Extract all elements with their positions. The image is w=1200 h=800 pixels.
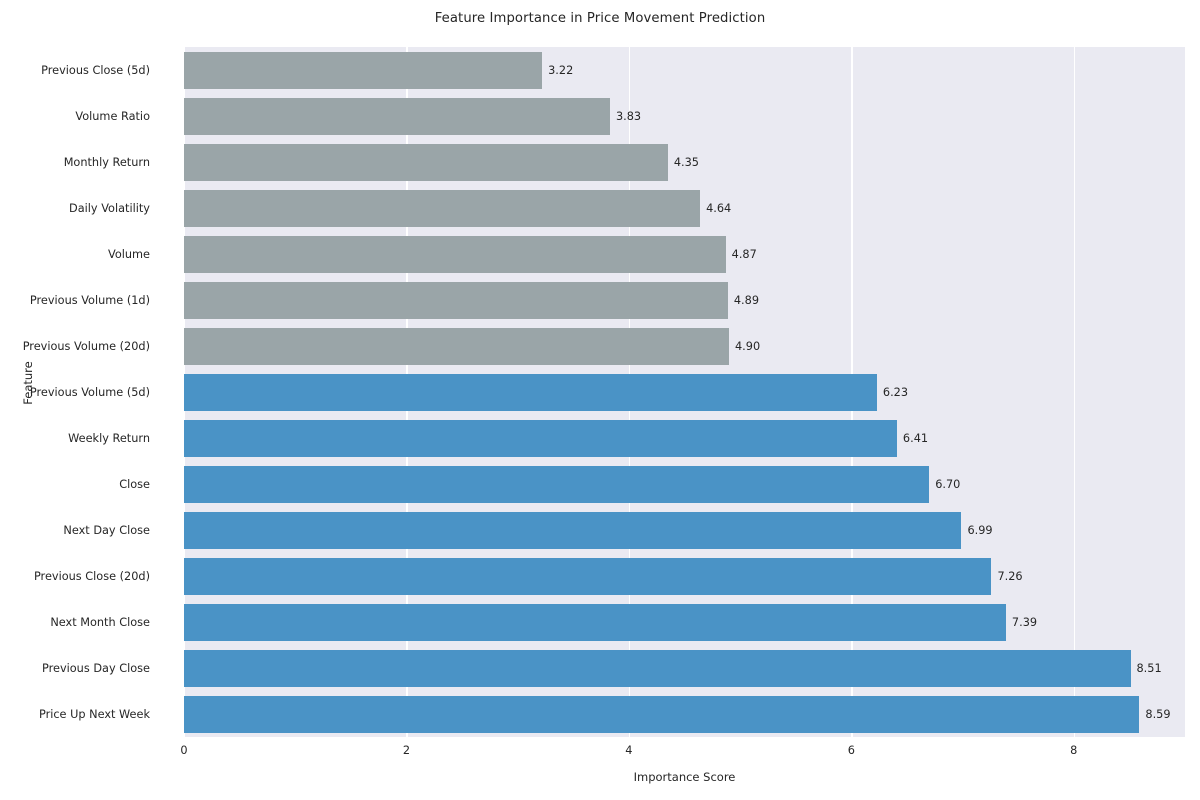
bar-value-label: 6.23 bbox=[882, 385, 909, 399]
y-tick-label: Daily Volatility bbox=[69, 201, 150, 215]
chart-title: Feature Importance in Price Movement Pre… bbox=[434, 11, 766, 26]
y-tick-label: Price Up Next Week bbox=[38, 707, 150, 721]
y-tick-label: Monthly Return bbox=[63, 155, 150, 169]
bar-value-label: 8.51 bbox=[1136, 661, 1162, 675]
bar-value-label: 6.70 bbox=[935, 477, 961, 491]
bar-value-label: 4.35 bbox=[673, 155, 699, 169]
y-tick-label: Volume Ratio bbox=[75, 109, 150, 123]
bar[interactable] bbox=[184, 281, 728, 319]
y-tick-label: Next Day Close bbox=[63, 523, 150, 537]
bar[interactable] bbox=[184, 373, 877, 411]
bar-value-label: 7.26 bbox=[997, 569, 1023, 583]
bar-value-label: 4.64 bbox=[706, 201, 732, 215]
y-tick-label: Volume bbox=[107, 247, 150, 261]
y-tick-label: Next Month Close bbox=[50, 615, 150, 629]
gridline-x-8 bbox=[1073, 47, 1076, 737]
y-tick-label: Previous Volume (5d) bbox=[29, 385, 150, 399]
bar[interactable] bbox=[184, 695, 1140, 733]
bar-value-label: 6.41 bbox=[902, 431, 929, 445]
bar-value-label: 4.90 bbox=[734, 339, 761, 353]
x-tick-label: 0 bbox=[180, 744, 188, 757]
y-tick-label: Close bbox=[119, 477, 150, 491]
bar[interactable] bbox=[184, 97, 610, 135]
x-axis-title: Importance Score bbox=[633, 770, 736, 784]
bar[interactable] bbox=[184, 649, 1131, 687]
x-tick-label: 8 bbox=[1070, 744, 1078, 757]
bar-value-label: 4.87 bbox=[731, 247, 757, 261]
chart-figure: Feature Importance in Price Movement Pre… bbox=[0, 0, 1200, 800]
bar-value-label: 6.99 bbox=[967, 523, 993, 537]
bar[interactable] bbox=[184, 235, 726, 273]
bar[interactable] bbox=[184, 51, 543, 89]
y-tick-label: Previous Volume (1d) bbox=[29, 293, 150, 307]
bar[interactable] bbox=[184, 143, 668, 181]
y-tick-label: Previous Day Close bbox=[41, 661, 150, 675]
bar[interactable] bbox=[184, 419, 897, 457]
bar[interactable] bbox=[184, 327, 729, 365]
x-tick-label: 4 bbox=[625, 744, 633, 757]
bar-value-label: 8.59 bbox=[1145, 707, 1171, 721]
bar-value-label: 3.22 bbox=[548, 63, 574, 77]
bar[interactable] bbox=[184, 465, 930, 503]
y-tick-label: Previous Close (5d) bbox=[41, 63, 150, 77]
bar[interactable] bbox=[184, 189, 701, 227]
x-tick-label: 6 bbox=[847, 744, 855, 757]
bar-value-label: 7.39 bbox=[1011, 615, 1038, 629]
y-axis-title: Feature bbox=[21, 361, 35, 405]
bar-value-label: 4.89 bbox=[733, 293, 760, 307]
plot-area bbox=[184, 47, 1185, 737]
y-tick-label: Previous Volume (20d) bbox=[22, 339, 150, 353]
bar[interactable] bbox=[184, 603, 1006, 641]
y-tick-label: Previous Close (20d) bbox=[33, 569, 150, 583]
bar[interactable] bbox=[184, 511, 962, 549]
x-tick-label: 2 bbox=[402, 744, 411, 757]
bar[interactable] bbox=[184, 557, 992, 595]
y-tick-label: Weekly Return bbox=[68, 431, 150, 445]
bar-value-label: 3.83 bbox=[615, 109, 642, 123]
